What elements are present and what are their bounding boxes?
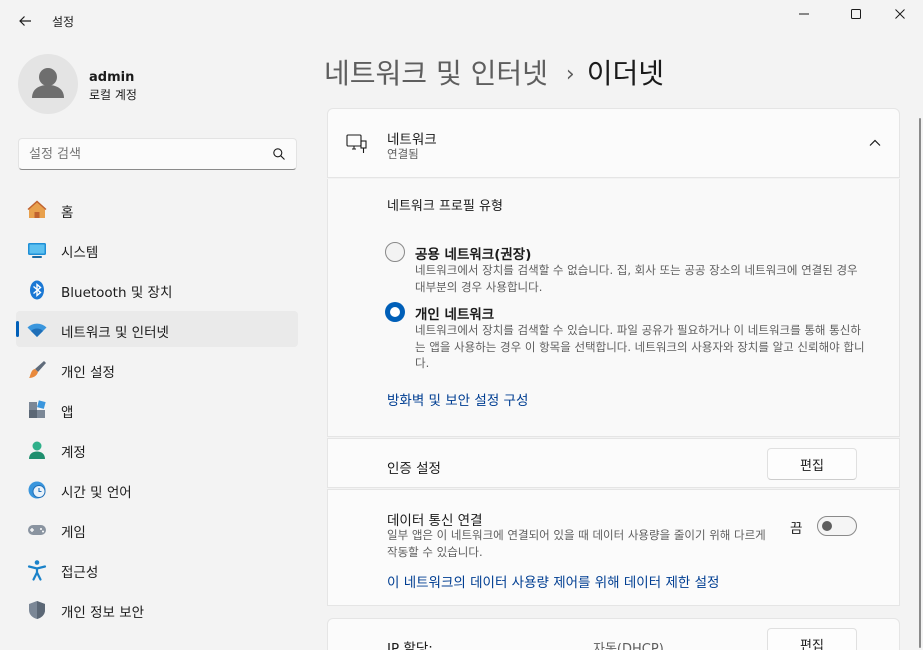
clock-globe-icon — [26, 479, 48, 501]
auth-settings-label: 인증 설정 — [387, 461, 441, 477]
ip-edit-button[interactable]: 편집 — [767, 628, 857, 650]
network-status: 연결됨 — [387, 147, 419, 161]
metered-state-text: 끔 — [790, 521, 803, 537]
metered-toggle[interactable] — [817, 516, 857, 536]
shield-icon — [26, 599, 48, 621]
sidebar-item-label: 시스템 — [61, 245, 99, 261]
firewall-settings-link[interactable]: 방화벽 및 보안 설정 구성 — [387, 389, 528, 409]
back-arrow-icon — [19, 16, 31, 26]
brush-icon — [26, 359, 48, 381]
maximize-icon — [851, 9, 861, 19]
breadcrumb-parent[interactable]: 네트워크 및 인터넷 — [324, 57, 548, 90]
sidebar-item-label: 홈 — [61, 205, 74, 221]
apps-icon — [26, 399, 48, 421]
close-button[interactable] — [877, 0, 923, 28]
radio-private-title: 개인 네트워크 — [415, 307, 495, 323]
ethernet-pc-icon — [346, 134, 367, 153]
sidebar-item-label: 개인 정보 보안 — [61, 605, 145, 621]
bluetooth-icon — [26, 279, 48, 301]
network-card-header[interactable]: 네트워크 연결됨 — [327, 108, 900, 178]
sidebar-item-time-language[interactable]: 시간 및 언어 — [16, 471, 298, 507]
settings-search — [18, 138, 297, 170]
maximize-button[interactable] — [833, 0, 879, 28]
sidebar-item-system[interactable]: 시스템 — [16, 231, 298, 267]
ip-assignment-row: IP 할당: 자동(DHCP) 편집 — [327, 618, 900, 650]
network-name: 네트워크 — [387, 132, 437, 148]
wifi-icon — [26, 319, 48, 341]
metered-label: 데이터 통신 연결 — [387, 513, 483, 529]
sidebar-item-personalization[interactable]: 개인 설정 — [16, 351, 298, 387]
sidebar-item-label: 개인 설정 — [61, 365, 115, 381]
metered-connection-row: 데이터 통신 연결 일부 앱은 이 네트워크에 연결되어 있을 때 데이터 사용… — [327, 489, 900, 606]
sidebar-item-accessibility[interactable]: 접근성 — [16, 551, 298, 587]
auth-settings-row: 인증 설정 편집 — [327, 438, 900, 488]
minimize-icon — [799, 13, 809, 15]
radio-public[interactable] — [385, 242, 405, 262]
home-icon — [26, 199, 48, 221]
radio-public-title: 공용 네트워크(권장) — [415, 247, 532, 263]
data-limit-link[interactable]: 이 네트워크의 데이터 사용량 제어를 위해 데이터 제한 설정 — [387, 571, 719, 591]
sidebar-item-label: 시간 및 언어 — [61, 485, 132, 501]
close-icon — [895, 9, 905, 19]
minimize-button[interactable] — [781, 0, 827, 28]
page-title: 이더넷 — [586, 57, 664, 90]
network-profile-section: 네트워크 프로필 유형 공용 네트워크(권장) 네트워크에서 장치를 검색할 수… — [327, 179, 900, 437]
sidebar-item-privacy[interactable]: 개인 정보 보안 — [16, 591, 298, 627]
radio-private-description: 네트워크에서 장치를 검색할 수 있습니다. 파일 공유가 필요하거나 이 네트… — [415, 323, 865, 370]
account-icon — [26, 439, 48, 461]
radio-public-description: 네트워크에서 장치를 검색할 수 없습니다. 집, 회사 또는 공공 장소의 네… — [415, 263, 858, 294]
title-bar: 설정 — [0, 0, 923, 40]
search-icon[interactable] — [272, 147, 286, 161]
ip-assignment-value: 자동(DHCP) — [593, 642, 664, 650]
sidebar-item-gaming[interactable]: 게임 — [16, 511, 298, 547]
sidebar-item-label: 게임 — [61, 525, 86, 541]
scrollbar[interactable] — [919, 118, 921, 648]
sidebar-item-label: Bluetooth 및 장치 — [61, 285, 173, 301]
accessibility-icon — [26, 559, 48, 581]
account-type: 로컬 계정 — [89, 88, 137, 102]
user-avatar-icon — [32, 68, 64, 98]
avatar — [18, 54, 78, 114]
auth-edit-button[interactable]: 편집 — [767, 448, 857, 480]
ip-assignment-label: IP 할당: — [387, 641, 433, 650]
breadcrumb-separator: › — [565, 62, 575, 87]
app-title: 설정 — [52, 15, 75, 29]
gamepad-icon — [26, 519, 48, 541]
sidebar-item-label: 계정 — [61, 445, 86, 461]
sidebar-item-label: 접근성 — [61, 565, 99, 581]
sidebar-item-network[interactable]: 네트워크 및 인터넷 — [16, 311, 298, 347]
sidebar-item-label: 앱 — [61, 405, 74, 421]
back-button[interactable] — [12, 8, 38, 34]
user-name: admin — [89, 70, 135, 85]
system-icon — [26, 239, 48, 261]
sidebar-item-apps[interactable]: 앱 — [16, 391, 298, 427]
main-content: 네트워크 연결됨 네트워크 프로필 유형 공용 네트워크(권장) 네트워크에서 … — [327, 108, 900, 650]
metered-description: 일부 앱은 이 네트워크에 연결되어 있을 때 데이터 사용량을 줄이기 위해 … — [387, 528, 766, 559]
radio-private[interactable] — [385, 302, 405, 322]
sidebar-item-bluetooth[interactable]: Bluetooth 및 장치 — [16, 271, 298, 307]
user-profile[interactable]: admin 로컬 계정 — [18, 54, 298, 116]
chevron-up-icon[interactable] — [867, 135, 883, 151]
sidebar-nav: 홈 시스템 Bluetooth 및 장치 네트워크 및 인터넷 개인 설정 앱 — [16, 191, 298, 631]
sidebar-item-label: 네트워크 및 인터넷 — [61, 325, 169, 341]
sidebar-item-accounts[interactable]: 계정 — [16, 431, 298, 467]
profile-type-label: 네트워크 프로필 유형 — [387, 199, 503, 214]
search-input[interactable] — [29, 139, 269, 169]
sidebar-item-home[interactable]: 홈 — [16, 191, 298, 227]
breadcrumb: 네트워크 및 인터넷 › 이더넷 — [324, 52, 664, 92]
